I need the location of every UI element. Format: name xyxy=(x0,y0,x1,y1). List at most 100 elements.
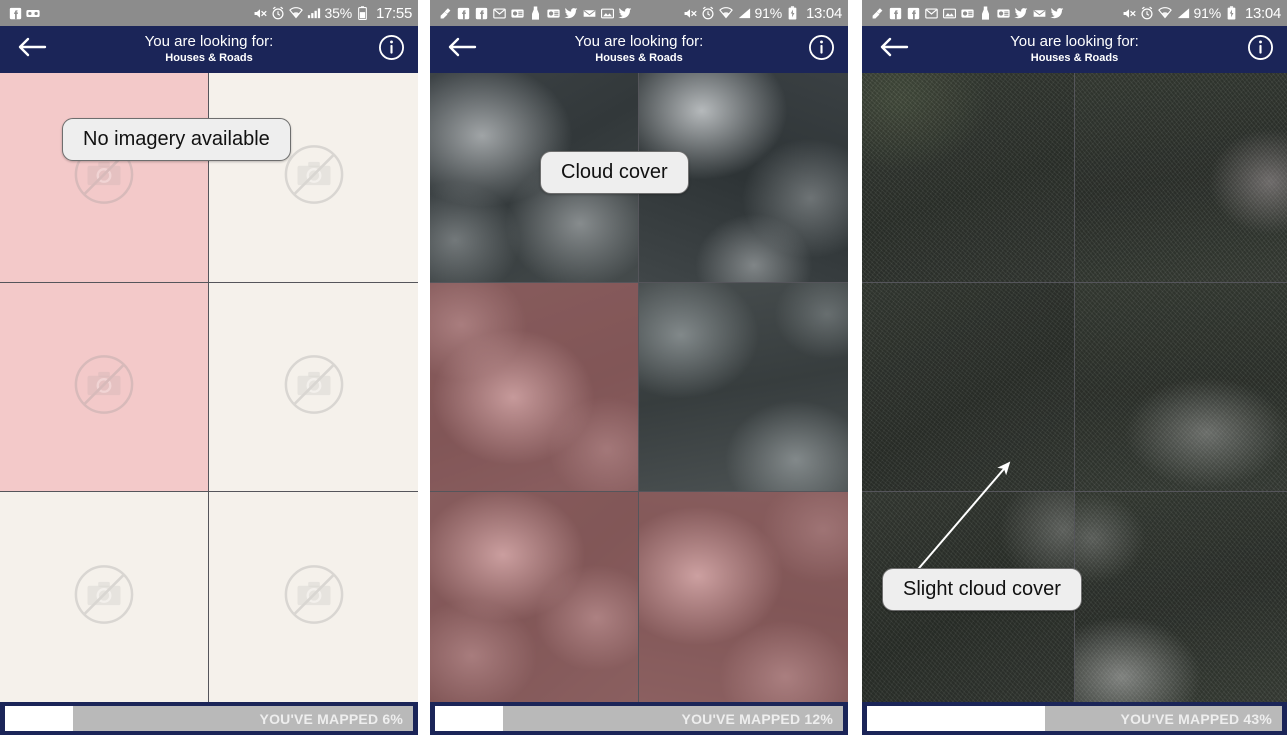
alarm-icon xyxy=(271,6,285,20)
clock-time: 13:04 xyxy=(805,4,842,22)
twitter-icon xyxy=(618,6,632,20)
grid-cell-r2c1[interactable] xyxy=(430,282,639,493)
clock-time: 17:55 xyxy=(375,4,412,22)
broom-icon xyxy=(870,6,884,20)
mail-icon xyxy=(1032,6,1046,20)
screenshot-board: 35% 17:55 You are looking for: Houses & … xyxy=(0,0,1288,751)
outlook-icon xyxy=(960,6,974,20)
clock-time: 13:04 xyxy=(1244,4,1281,22)
no-imagery-icon xyxy=(73,353,135,420)
phone-screenshot-1: 35% 17:55 You are looking for: Houses & … xyxy=(0,0,418,735)
outlook-icon xyxy=(510,6,524,20)
grid-cell-r1c2[interactable] xyxy=(1074,73,1287,283)
grid-cell-r2c2[interactable] xyxy=(209,282,418,493)
mute-icon xyxy=(683,6,697,20)
facebook-icon xyxy=(888,6,902,20)
page-title: You are looking for: xyxy=(1010,33,1139,50)
grid-cell-r3c1[interactable] xyxy=(0,492,209,702)
info-button[interactable] xyxy=(376,34,406,65)
info-icon xyxy=(1247,34,1274,66)
bottom-bar: YOU'VE MAPPED 12% xyxy=(430,702,848,735)
imagery-grid: Cloud cover xyxy=(430,73,848,702)
no-imagery-icon xyxy=(73,564,135,631)
annotation-callout: Cloud cover xyxy=(540,151,689,194)
grid-cell-r2c2[interactable] xyxy=(639,282,848,493)
info-button[interactable] xyxy=(1245,34,1275,66)
grid-cell-r2c1[interactable] xyxy=(0,282,209,493)
gmail-icon xyxy=(924,6,938,20)
status-system-icons: 35% 17:55 xyxy=(253,5,412,22)
back-button[interactable] xyxy=(442,30,482,70)
outlook-icon xyxy=(546,6,560,20)
selected-tint-overlay xyxy=(639,492,848,702)
wifi-icon xyxy=(288,6,303,20)
page-subtitle: Houses & Roads xyxy=(595,52,683,64)
battery-charging-icon xyxy=(1225,6,1239,20)
signal-icon xyxy=(737,6,751,20)
selected-tint-overlay xyxy=(430,492,638,702)
back-button[interactable] xyxy=(874,30,914,70)
photo-icon xyxy=(600,6,614,20)
grid-cell-r1c2[interactable] xyxy=(209,73,418,283)
facebook-icon xyxy=(8,6,22,20)
facebook-icon xyxy=(906,6,920,20)
grid-cell-r3c2[interactable] xyxy=(639,492,848,702)
satellite-imagery xyxy=(862,282,1074,492)
twitter-icon xyxy=(1014,6,1028,20)
app-bar: You are looking for: Houses & Roads xyxy=(430,26,848,73)
app-icon xyxy=(978,6,992,20)
gmail-icon xyxy=(492,6,506,20)
status-notification-icons xyxy=(8,6,40,20)
bottom-bar: YOU'VE MAPPED 43% xyxy=(862,702,1287,735)
mapped-progress-bar: YOU'VE MAPPED 12% xyxy=(435,706,843,731)
status-bar: 35% 17:55 xyxy=(0,0,418,26)
mail-icon xyxy=(582,6,596,20)
grid-cell-r2c1[interactable] xyxy=(862,282,1075,493)
signal-icon xyxy=(1176,6,1190,20)
mute-icon xyxy=(253,6,267,20)
back-arrow-icon xyxy=(879,36,909,63)
app-bar: You are looking for: Houses & Roads xyxy=(0,26,418,73)
progress-fill xyxy=(867,706,1045,731)
battery-icon xyxy=(356,6,370,20)
grid-cell-r3c2[interactable] xyxy=(209,492,418,702)
satellite-imagery xyxy=(1074,282,1287,492)
alarm-icon xyxy=(701,6,715,20)
grid-cell-r3c2[interactable] xyxy=(1074,492,1287,702)
grid-cell-r1c1[interactable] xyxy=(0,73,209,283)
status-notification-icons xyxy=(438,6,632,20)
imagery-grid: Slight cloud cover xyxy=(862,73,1287,702)
app-bar-title-block: You are looking for: Houses & Roads xyxy=(862,26,1287,73)
no-imagery-icon xyxy=(283,564,345,631)
page-title: You are looking for: xyxy=(144,33,274,50)
phone-screenshot-3: 91% 13:04 You are looking for: Houses & … xyxy=(862,0,1287,735)
back-button[interactable] xyxy=(12,30,52,70)
progress-fill xyxy=(5,706,73,731)
info-button[interactable] xyxy=(806,34,836,65)
back-arrow-icon xyxy=(447,36,477,63)
broom-icon xyxy=(438,6,452,20)
wifi-icon xyxy=(1157,6,1172,20)
mapped-progress-bar: YOU'VE MAPPED 43% xyxy=(867,706,1282,731)
bottom-bar: YOU'VE MAPPED 6% xyxy=(0,702,418,735)
phone-screenshot-2: 91% 13:04 You are looking for: Houses & … xyxy=(430,0,848,735)
annotation-callout: Slight cloud cover xyxy=(882,568,1082,611)
signal-icon xyxy=(307,6,321,20)
annotation-callout: No imagery available xyxy=(62,118,291,161)
grid-cell-r1c1[interactable] xyxy=(862,73,1075,283)
outlook-icon xyxy=(996,6,1010,20)
back-arrow-icon xyxy=(17,36,47,63)
voicemail-icon xyxy=(26,6,40,20)
status-notification-icons xyxy=(870,6,1064,20)
progress-label: YOU'VE MAPPED 12% xyxy=(681,710,833,727)
imagery-grid: No imagery available xyxy=(0,73,418,702)
wifi-icon xyxy=(718,6,733,20)
grid-cell-r2c2[interactable] xyxy=(1074,282,1287,493)
twitter-icon xyxy=(1050,6,1064,20)
page-subtitle: Houses & Roads xyxy=(1030,52,1119,64)
grid-cell-r3c1[interactable] xyxy=(430,492,639,702)
facebook-icon xyxy=(456,6,470,20)
battery-percent: 35% xyxy=(324,5,353,21)
satellite-imagery xyxy=(1074,492,1287,702)
satellite-imagery xyxy=(639,282,848,492)
